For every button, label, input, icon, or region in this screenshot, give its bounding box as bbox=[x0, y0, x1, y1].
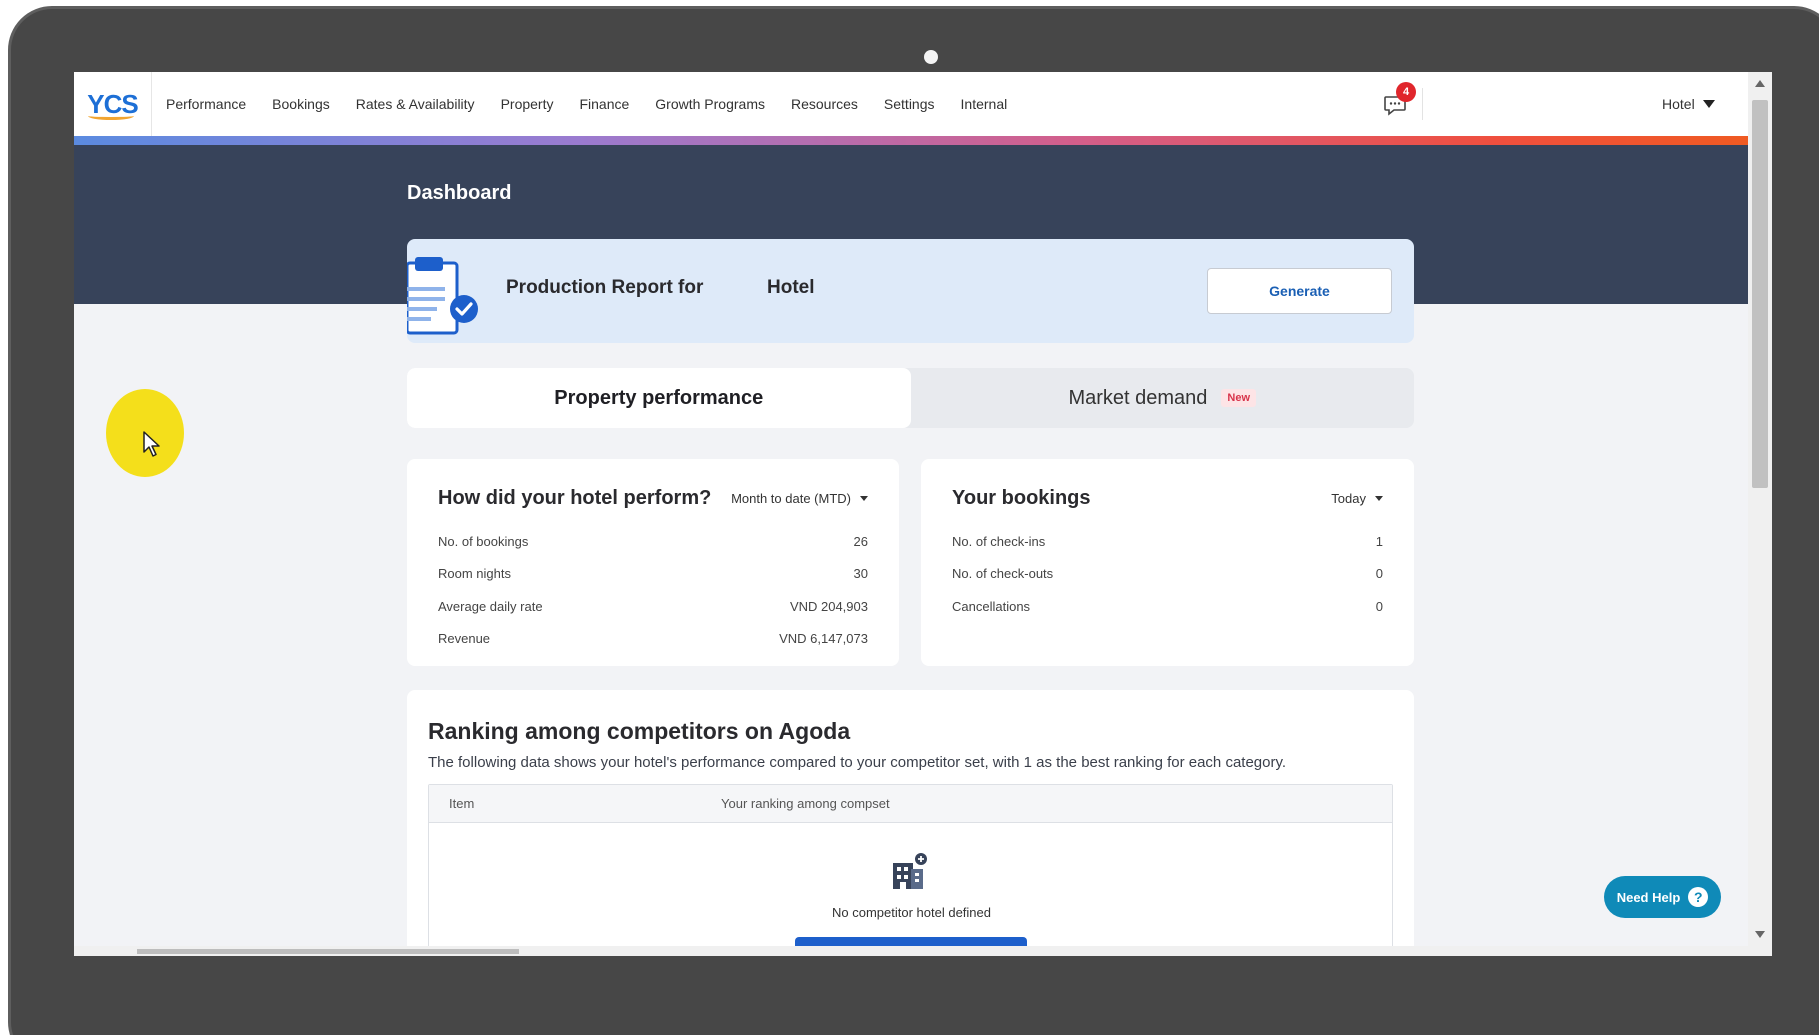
ranking-table-header: Item Your ranking among compset bbox=[429, 785, 1392, 823]
webcam bbox=[924, 50, 938, 64]
nav-item-performance[interactable]: Performance bbox=[166, 96, 246, 112]
nav-item-growth-programs[interactable]: Growth Programs bbox=[655, 96, 765, 112]
vertical-scrollbar[interactable] bbox=[1748, 72, 1772, 946]
nav-item-property[interactable]: Property bbox=[501, 96, 554, 112]
metric-label: No. of check-outs bbox=[952, 566, 1054, 582]
metric-row: Room nights 30 bbox=[438, 558, 868, 591]
metric-value: VND 204,903 bbox=[789, 598, 868, 614]
horizontal-scrollbar-thumb[interactable] bbox=[137, 949, 519, 954]
metric-value: 26 bbox=[853, 533, 868, 549]
metric-label: No. of bookings bbox=[438, 533, 529, 549]
question-icon: ? bbox=[1688, 887, 1709, 907]
metric-row: Average daily rate VND 204,903 bbox=[438, 590, 868, 623]
performance-title: How did your hotel perform? bbox=[438, 487, 712, 509]
metric-value: 30 bbox=[853, 566, 868, 582]
nav-item-resources[interactable]: Resources bbox=[791, 96, 858, 112]
metric-row: Cancellations 0 bbox=[952, 590, 1383, 623]
metric-value: 1 bbox=[1375, 533, 1383, 549]
property-selector-label: Hotel bbox=[1662, 96, 1695, 112]
metric-label: No. of check-ins bbox=[952, 533, 1046, 549]
tab-market-demand-label: Market demand bbox=[1068, 386, 1208, 409]
top-navigation: YCS Performance Bookings Rates & Availab… bbox=[74, 72, 1748, 136]
tab-market-demand[interactable]: Market demand New bbox=[911, 368, 1415, 428]
brand-gradient-bar bbox=[74, 136, 1748, 145]
competitor-ranking-card: Ranking among competitors on Agoda The f… bbox=[407, 690, 1414, 946]
column-header-item: Item bbox=[449, 796, 475, 811]
report-hotel-name: Hotel bbox=[767, 277, 815, 298]
report-label: Production Report for bbox=[506, 277, 704, 298]
column-header-ranking: Your ranking among compset bbox=[721, 796, 890, 811]
performance-period-label: Month to date (MTD) bbox=[731, 491, 851, 506]
bookings-title: Your bookings bbox=[952, 487, 1091, 509]
dashboard-tabs: Property performance Market demand New bbox=[407, 368, 1414, 428]
need-help-label: Need Help bbox=[1616, 889, 1681, 905]
hotel-performance-card: How did your hotel perform? Month to dat… bbox=[407, 459, 899, 666]
metric-label: Cancellations bbox=[952, 598, 1031, 614]
metric-row: No. of check-ins 1 bbox=[952, 525, 1383, 558]
scroll-up-arrow-icon[interactable] bbox=[1755, 80, 1765, 87]
caret-down-icon bbox=[1375, 496, 1383, 501]
caret-down-icon bbox=[860, 496, 868, 501]
nav-menu: Performance Bookings Rates & Availabilit… bbox=[166, 96, 1033, 112]
metric-value: 0 bbox=[1375, 598, 1383, 614]
page-title: Dashboard bbox=[407, 182, 512, 204]
logo-swoosh bbox=[88, 112, 134, 120]
scroll-down-arrow-icon[interactable] bbox=[1755, 931, 1765, 938]
mouse-pointer-icon bbox=[143, 431, 160, 457]
browser-viewport: YCS Performance Bookings Rates & Availab… bbox=[74, 72, 1748, 946]
tab-property-performance-label: Property performance bbox=[554, 386, 764, 409]
bookings-period-label: Today bbox=[1331, 491, 1366, 506]
metric-row: No. of bookings 26 bbox=[438, 525, 868, 558]
ranking-title: Ranking among competitors on Agoda bbox=[428, 718, 851, 744]
need-help-button[interactable]: Need Help ? bbox=[1604, 876, 1721, 918]
add-competitor-button[interactable] bbox=[795, 937, 1027, 946]
ycs-logo[interactable]: YCS bbox=[74, 72, 152, 136]
nav-item-finance[interactable]: Finance bbox=[579, 96, 629, 112]
bookings-metrics: No. of check-ins 1 No. of check-outs 0 C… bbox=[952, 525, 1383, 623]
metric-label: Revenue bbox=[438, 631, 491, 647]
ranking-table: Item Your ranking among compset No compe… bbox=[428, 784, 1393, 946]
nav-item-settings[interactable]: Settings bbox=[884, 96, 935, 112]
hotel-building-icon bbox=[893, 853, 927, 889]
ranking-description: The following data shows your hotel's pe… bbox=[428, 754, 1287, 771]
property-selector[interactable]: Hotel bbox=[1662, 96, 1715, 112]
new-badge: New bbox=[1221, 389, 1257, 407]
screen: YCS Performance Bookings Rates & Availab… bbox=[74, 72, 1772, 956]
nav-item-bookings[interactable]: Bookings bbox=[272, 96, 330, 112]
metric-value: VND 6,147,073 bbox=[779, 631, 868, 647]
empty-state-text: No competitor hotel defined bbox=[832, 905, 991, 920]
performance-period-dropdown[interactable]: Month to date (MTD) bbox=[731, 491, 868, 506]
notification-badge: 4 bbox=[1396, 82, 1416, 102]
nav-divider bbox=[1422, 88, 1423, 120]
caret-down-icon bbox=[1702, 100, 1715, 108]
bookings-period-dropdown[interactable]: Today bbox=[1331, 491, 1383, 506]
metric-label: Room nights bbox=[438, 566, 511, 582]
clipboard-check-icon bbox=[407, 257, 478, 335]
metric-label: Average daily rate bbox=[438, 598, 543, 614]
horizontal-scrollbar[interactable] bbox=[74, 946, 1772, 956]
nav-item-internal[interactable]: Internal bbox=[961, 96, 1008, 112]
nav-item-rates-availability[interactable]: Rates & Availability bbox=[356, 96, 475, 112]
metric-value: 0 bbox=[1375, 566, 1383, 582]
performance-metrics: No. of bookings 26 Room nights 30 Averag… bbox=[438, 525, 868, 655]
scrollbar-thumb[interactable] bbox=[1752, 100, 1768, 488]
generate-button[interactable]: Generate bbox=[1207, 268, 1392, 314]
tab-property-performance[interactable]: Property performance bbox=[407, 368, 911, 428]
production-report-card: Production Report for Hotel Generate bbox=[407, 239, 1414, 343]
metric-row: Revenue VND 6,147,073 bbox=[438, 623, 868, 656]
metric-row: No. of check-outs 0 bbox=[952, 558, 1383, 591]
your-bookings-card: Your bookings Today No. of check-ins 1 N… bbox=[921, 459, 1414, 666]
